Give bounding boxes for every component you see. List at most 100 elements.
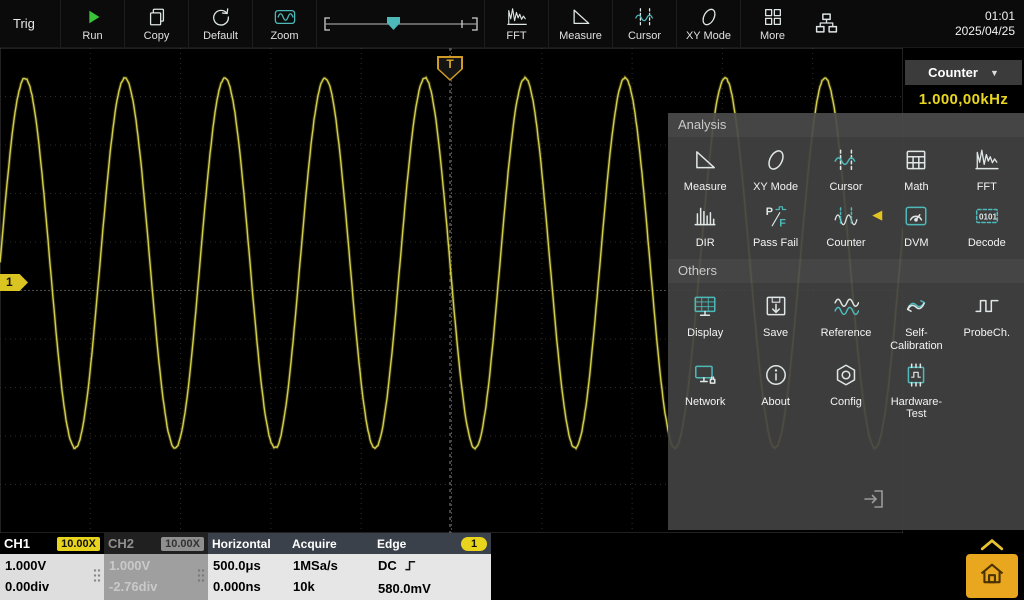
menu-item-network[interactable]: Network: [670, 357, 740, 425]
ch1-probe-badge: 10.00X: [57, 537, 100, 551]
menu-item-label: Hardware-Test: [882, 396, 950, 421]
ch2-status-block[interactable]: CH2 10.00X 1.000V -2.76div: [104, 533, 208, 600]
home-icon: [978, 560, 1006, 593]
horizontal-position-bar: [321, 13, 481, 35]
decode-icon: 0101: [974, 203, 1000, 234]
sample-rate-value: 1MSa/s: [293, 555, 368, 576]
hardware-icon: [903, 362, 929, 393]
toolbar-button-run[interactable]: Run: [60, 0, 124, 47]
toolbar-button-fft[interactable]: FFT: [484, 0, 548, 47]
top-toolbar: Trig Run CopyDefault Zoom FFT Measure Cursor…: [0, 0, 1024, 48]
quick-access-widget: [965, 538, 1019, 598]
trigger-type-label: Edge: [377, 537, 406, 551]
oscilloscope-screen: Trig Run CopyDefault Zoom FFT Measure Cursor…: [0, 0, 1024, 600]
menu-item-label: Self-Calibration: [882, 327, 950, 352]
math-icon: [903, 147, 929, 178]
trigger-status-label: Trig: [0, 0, 60, 47]
exit-menu-icon[interactable]: [860, 487, 888, 516]
menu-item-fft[interactable]: FFT: [952, 142, 1022, 198]
menu-grid-analysis: Measure XY Mode Cursor Math FFT DIR PFPass Fai…: [668, 137, 1024, 259]
clock: 01:01 2025/04/25: [955, 0, 1024, 47]
menu-item-label: Display: [687, 327, 723, 340]
drag-grip-icon: [197, 568, 205, 587]
horizontal-status-block[interactable]: Horizontal 500.0μs 0.000ns: [208, 533, 288, 600]
measure-icon: [692, 147, 718, 178]
ch1-offset: 0.00div: [5, 576, 99, 597]
counter-dropdown[interactable]: Counter ▼: [905, 60, 1022, 85]
toolbar-button-label: Cursor: [628, 30, 661, 42]
chevron-down-icon: ▼: [990, 68, 999, 78]
more-menu-panel: Analysis Measure XY Mode Cursor Math FFT DIR PF…: [668, 113, 1024, 530]
toolbar-button-label: FFT: [506, 30, 526, 42]
menu-item-about[interactable]: About: [740, 357, 810, 425]
menu-item-xy-mode[interactable]: XY Mode: [740, 142, 810, 198]
horizontal-delay-value: 0.000ns: [213, 576, 283, 597]
menu-item-config[interactable]: Config: [811, 357, 881, 425]
ch1-status-block[interactable]: CH1 10.00X 1.000V 0.00div: [0, 533, 104, 600]
toolbar-button-zoom[interactable]: Zoom: [252, 0, 316, 47]
network-icon: [692, 362, 718, 393]
svg-text:0101: 0101: [979, 212, 998, 221]
menu-item-decode[interactable]: 0101 Decode: [952, 198, 1022, 254]
statusbar-spacer: [491, 533, 1024, 600]
menu-item-label: Math: [904, 181, 928, 194]
menu-item-math[interactable]: Math: [881, 142, 951, 198]
menu-item-label: DIR: [696, 237, 715, 250]
svg-text:P: P: [765, 206, 772, 218]
toolbar-button-cursor[interactable]: Cursor: [612, 0, 676, 47]
horizontal-label: Horizontal: [212, 537, 271, 551]
measure-icon: [570, 5, 592, 29]
fft-icon: [506, 5, 528, 29]
menu-item-counter[interactable]: Counter◀: [811, 198, 881, 254]
home-button[interactable]: [966, 554, 1018, 598]
counter-icon: [833, 203, 859, 234]
menu-item-reference[interactable]: Reference: [811, 288, 881, 356]
trigger-status-block[interactable]: Edge 1 DC 580.0mV: [373, 533, 491, 600]
menu-item-hardware-test[interactable]: Hardware-Test: [881, 357, 951, 425]
xy-icon: [698, 5, 720, 29]
menu-item-display[interactable]: Display: [670, 288, 740, 356]
menu-item-cursor[interactable]: Cursor: [811, 142, 881, 198]
menu-item-save[interactable]: Save: [740, 288, 810, 356]
menu-item-measure[interactable]: Measure: [670, 142, 740, 198]
menu-item-label: Config: [830, 396, 862, 409]
fft-icon: [974, 147, 1000, 178]
toolbar-button-copy[interactable]: Copy: [124, 0, 188, 47]
toolbar-button-label: Zoom: [270, 30, 298, 42]
trigger-source-badge: 1: [461, 537, 487, 551]
display-icon: [692, 293, 718, 324]
toolbar-button-measure[interactable]: Measure: [548, 0, 612, 47]
toolbar-button-xy-mode[interactable]: XY Mode: [676, 0, 740, 47]
menu-item-label: XY Mode: [753, 181, 798, 194]
menu-item-pass-fail[interactable]: PFPass Fail: [740, 198, 810, 254]
menu-item-self-calibration[interactable]: Self-Calibration: [881, 288, 951, 356]
toolbar-button-more[interactable]: More: [740, 0, 804, 47]
toolbar-button-label: Run: [82, 30, 102, 42]
status-bar: CH1 10.00X 1.000V 0.00div CH2 10.00X 1.0…: [0, 533, 1024, 600]
acquire-status-block[interactable]: Acquire 1MSa/s 10k: [288, 533, 373, 600]
toolbar-button-default[interactable]: Default: [188, 0, 252, 47]
ch2-probe-badge: 10.00X: [161, 537, 204, 551]
counter-frequency-value: 1.000,00kHz: [903, 85, 1024, 113]
menu-item-label: Cursor: [829, 181, 862, 194]
trigger-coupling-value: DC: [378, 558, 397, 573]
toolbar-button-label: XY Mode: [686, 30, 731, 42]
copy-icon: [146, 5, 168, 29]
trigger-marker-label: T: [437, 56, 463, 72]
menu-section-header-analysis: Analysis: [668, 113, 1024, 137]
menu-item-dir[interactable]: DIR: [670, 198, 740, 254]
save-icon: [763, 293, 789, 324]
horizontal-position-indicator[interactable]: [316, 0, 484, 47]
sitemap-icon[interactable]: [814, 0, 839, 47]
menu-item-probech-[interactable]: ProbeCh.: [952, 288, 1022, 356]
zoom-icon: [274, 5, 296, 29]
menu-item-dvm[interactable]: DVM: [881, 198, 951, 254]
passfail-icon: PF: [763, 203, 789, 234]
ch1-label: CH1: [4, 536, 30, 551]
expand-chevron-icon[interactable]: [979, 538, 1005, 552]
about-icon: [763, 362, 789, 393]
menu-grid-others: Display SaveReferenceSelf-CalibrationProb…: [668, 283, 1024, 431]
toolbar-button-label: Measure: [559, 30, 602, 42]
menu-item-label: Decode: [968, 237, 1006, 250]
menu-item-label: FFT: [977, 181, 997, 194]
